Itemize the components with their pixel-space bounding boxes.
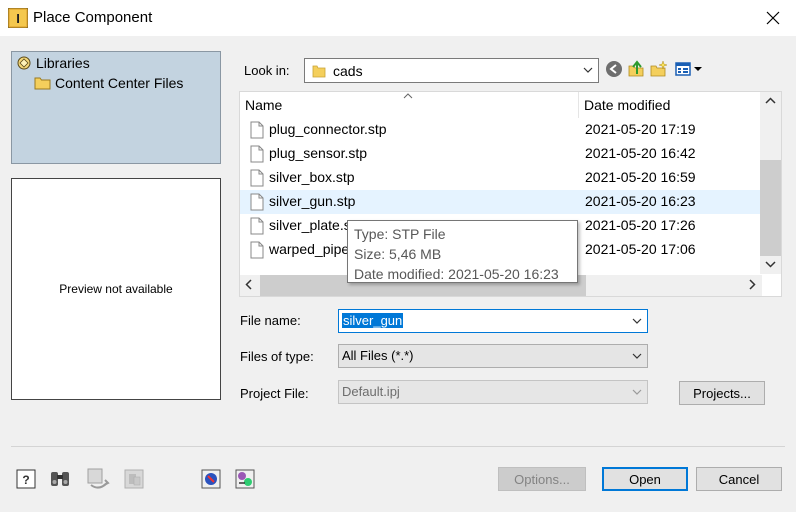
folder-icon [312, 65, 326, 78]
chevron-down-icon [583, 67, 593, 73]
column-header-date[interactable]: Date modified [579, 92, 762, 118]
divider [11, 446, 785, 447]
vertical-scrollbar[interactable] [760, 92, 781, 274]
open-button-label: Open [629, 471, 661, 487]
file-icon [250, 145, 264, 163]
scroll-up-icon[interactable] [765, 96, 776, 107]
project-file-dropdown: Default.ipj [338, 380, 648, 404]
libraries-icon [17, 56, 31, 70]
file-icon [250, 121, 264, 139]
files-of-type-label: Files of type: [240, 349, 314, 364]
file-date: 2021-05-20 16:59 [585, 169, 696, 185]
back-button[interactable] [604, 59, 624, 79]
scroll-right-icon[interactable] [746, 279, 757, 290]
file-row[interactable]: silver_box.stp 2021-05-20 16:59 [240, 166, 762, 190]
file-icon [250, 169, 264, 187]
files-of-type-dropdown[interactable]: All Files (*.*) [338, 344, 648, 368]
library-root-item[interactable]: Libraries [16, 55, 90, 71]
new-folder-icon [650, 60, 668, 77]
files-of-type-value: All Files (*.*) [342, 348, 414, 363]
project-file-label: Project File: [240, 386, 309, 401]
find-button[interactable] [48, 467, 72, 491]
up-folder-button[interactable] [626, 59, 646, 79]
projects-button-label: Projects... [693, 385, 751, 401]
file-tooltip: Type: STP File Size: 5,46 MB Date modifi… [347, 220, 578, 283]
svg-text:?: ? [22, 473, 29, 487]
view-menu-icon [675, 62, 702, 76]
view-menu-button[interactable] [674, 59, 704, 79]
file-name: silver_box.stp [269, 169, 355, 185]
look-in-label: Look in: [244, 63, 290, 78]
content-center-button[interactable] [199, 467, 223, 491]
file-name-label: File name: [240, 313, 301, 328]
file-icon [250, 241, 264, 259]
file-name: plug_sensor.stp [269, 145, 368, 161]
disabled-tool-button [122, 467, 146, 491]
refresh-button [84, 467, 114, 491]
file-row[interactable]: plug_connector.stp 2021-05-20 17:19 [240, 118, 762, 142]
library-item-content-center[interactable]: Content Center Files [34, 75, 183, 91]
file-date: 2021-05-20 16:23 [585, 193, 696, 209]
preview-text: Preview not available [59, 282, 173, 296]
file-name-value: silver_gun [342, 313, 404, 328]
library-item-label: Content Center Files [55, 75, 184, 91]
file-date: 2021-05-20 16:42 [585, 145, 696, 161]
file-name-input[interactable]: silver_gun [338, 309, 648, 333]
file-date: 2021-05-20 17:06 [585, 241, 696, 257]
svg-text:I: I [16, 11, 20, 26]
chevron-down-icon [632, 353, 642, 359]
scroll-left-icon[interactable] [244, 279, 255, 290]
help-button[interactable]: ? [14, 467, 38, 491]
window-title: Place Component [33, 9, 153, 26]
file-name: plug_connector.stp [269, 121, 387, 137]
options-button-label: Options... [514, 471, 570, 487]
tooltip-size: Size: 5,46 MB [354, 246, 442, 262]
tooltip-modified: Date modified: 2021-05-20 16:23 [354, 266, 559, 282]
scroll-down-icon[interactable] [765, 258, 776, 269]
look-in-dropdown[interactable]: cads [304, 58, 599, 83]
column-header-date-label: Date modified [584, 97, 671, 113]
file-name: silver_gun.stp [269, 193, 356, 209]
back-icon [606, 61, 622, 77]
close-icon [766, 11, 780, 25]
folder-icon [34, 77, 51, 90]
help-icon: ? [16, 469, 36, 489]
look-in-value: cads [333, 63, 363, 79]
vertical-scroll-thumb[interactable] [760, 160, 781, 256]
preview-pane: Preview not available [11, 178, 221, 400]
library-swap-icon [235, 469, 255, 489]
refresh-icon [87, 468, 110, 489]
chevron-down-icon[interactable] [631, 315, 643, 327]
library-swap-button[interactable] [233, 467, 257, 491]
disabled-tool-icon [124, 469, 144, 489]
title-bar: I Place Component [0, 0, 796, 36]
libraries-panel: Libraries Content Center Files [11, 51, 221, 164]
file-date: 2021-05-20 17:26 [585, 217, 696, 233]
find-binoculars-icon [51, 472, 69, 486]
inventor-app-icon: I [7, 7, 29, 29]
file-icon [250, 217, 264, 235]
open-button[interactable]: Open [602, 467, 688, 491]
column-header-name-label: Name [245, 97, 283, 113]
file-icon [250, 193, 264, 211]
content-center-icon [201, 469, 221, 489]
cancel-button-label: Cancel [718, 471, 760, 487]
file-row[interactable]: plug_sensor.stp 2021-05-20 16:42 [240, 142, 762, 166]
sort-ascending-icon [403, 93, 413, 99]
new-folder-button[interactable] [649, 59, 669, 79]
projects-button[interactable]: Projects... [679, 381, 765, 405]
project-file-value: Default.ipj [342, 384, 400, 399]
close-button[interactable] [750, 0, 796, 36]
chevron-down-icon [632, 389, 642, 395]
options-button: Options... [498, 467, 586, 491]
file-date: 2021-05-20 17:19 [585, 121, 696, 137]
file-row-hovered[interactable]: silver_gun.stp 2021-05-20 16:23 [240, 190, 762, 214]
tooltip-type: Type: STP File [354, 226, 446, 242]
library-root-label: Libraries [36, 55, 90, 71]
cancel-button[interactable]: Cancel [696, 467, 782, 491]
up-folder-icon [628, 60, 644, 77]
